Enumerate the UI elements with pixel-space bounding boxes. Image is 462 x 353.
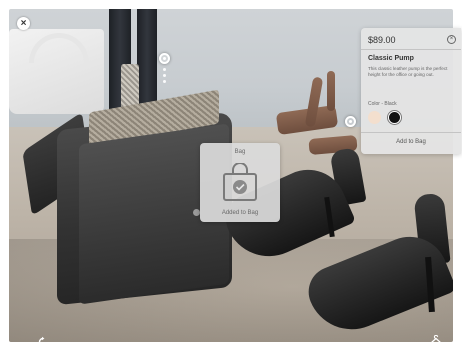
toast-message: Added to Bag	[221, 210, 259, 216]
product-description: This classic leather pump is the perfect…	[368, 66, 448, 77]
panel-close-icon[interactable]: ×	[447, 35, 456, 44]
hotspot-shoe[interactable]	[345, 116, 356, 127]
product-name: Classic Pump	[368, 55, 414, 62]
added-to-bag-toast: Bag Added to Bag	[200, 143, 280, 222]
white-tote-bag	[9, 29, 104, 114]
product-detail-panel: $89.00 × Classic Pump This classic leath…	[361, 28, 461, 154]
divider	[361, 132, 461, 133]
divider	[361, 49, 461, 50]
color-swatch-black[interactable]	[388, 111, 401, 124]
hanger-icon[interactable]	[428, 334, 444, 346]
product-price: $89.00	[368, 35, 396, 45]
reset-icon[interactable]	[37, 335, 49, 347]
close-icon[interactable]: ×	[17, 17, 30, 30]
color-swatch-nude[interactable]	[368, 111, 381, 124]
add-to-bag-button[interactable]: Add to Bag	[361, 135, 461, 149]
toast-title: Bag	[234, 149, 246, 155]
shopping-bag-check-icon	[221, 162, 259, 208]
color-label: Color - Black	[368, 101, 397, 107]
bag-clasp	[193, 209, 200, 216]
hotspot-bag[interactable]	[159, 53, 170, 64]
